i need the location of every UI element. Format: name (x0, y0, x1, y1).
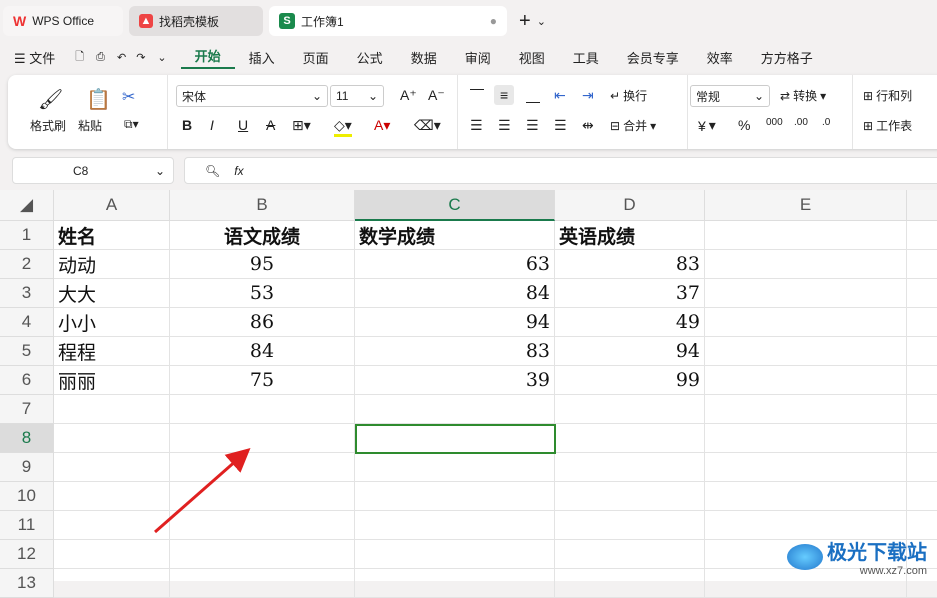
watermark-url: www.xz7.com (859, 565, 927, 577)
watermark-logo-icon (787, 543, 823, 570)
watermark: 极光下载站 www.xz7.com (787, 536, 927, 577)
watermark-name: 极光下载站 (827, 542, 927, 564)
red-arrow (154, 448, 251, 534)
